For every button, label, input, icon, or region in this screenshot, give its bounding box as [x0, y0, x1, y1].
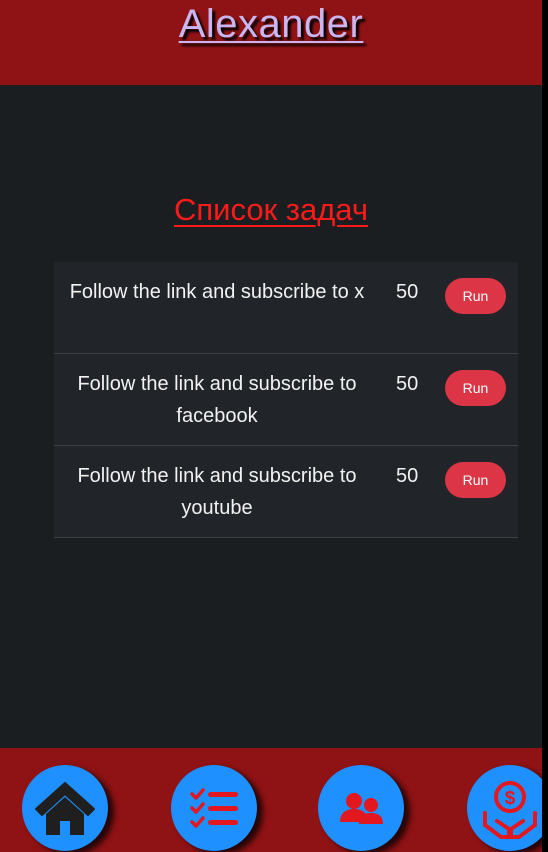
users-icon [340, 793, 383, 824]
tasks-title: Список задач [173, 192, 368, 227]
bottom-nav: $ [0, 748, 542, 852]
nav-earnings-button[interactable]: $ [467, 765, 542, 851]
nav-home-button[interactable] [22, 765, 108, 851]
nav-tasks-button[interactable] [171, 765, 257, 851]
task-table: Follow the link and subscribe to x 50 Ru… [54, 262, 518, 538]
money-hand-icon: $ [483, 781, 537, 839]
task-description: Follow the link and subscribe to faceboo… [77, 373, 357, 427]
task-reward: 50 [396, 465, 419, 487]
header-bar: Alexander [0, 0, 542, 85]
task-reward: 50 [396, 281, 419, 303]
task-list-icon [190, 788, 238, 828]
task-description: Follow the link and subscribe to x [69, 281, 365, 303]
run-button[interactable]: Run [445, 370, 506, 406]
run-button[interactable]: Run [445, 278, 506, 314]
task-row: Follow the link and subscribe to faceboo… [54, 354, 518, 446]
task-row: Follow the link and subscribe to youtube… [54, 446, 518, 538]
home-icon [35, 782, 95, 835]
svg-text:$: $ [505, 788, 516, 809]
username-link[interactable]: Alexander [0, 0, 542, 54]
app-screen: Alexander Список задач Follow the link a… [0, 0, 542, 852]
task-description: Follow the link and subscribe to youtube [77, 465, 357, 519]
task-row: Follow the link and subscribe to x 50 Ru… [54, 262, 518, 354]
task-reward: 50 [396, 373, 419, 395]
run-button[interactable]: Run [445, 462, 506, 498]
window-edge [542, 0, 548, 852]
nav-referrals-button[interactable] [318, 765, 404, 851]
